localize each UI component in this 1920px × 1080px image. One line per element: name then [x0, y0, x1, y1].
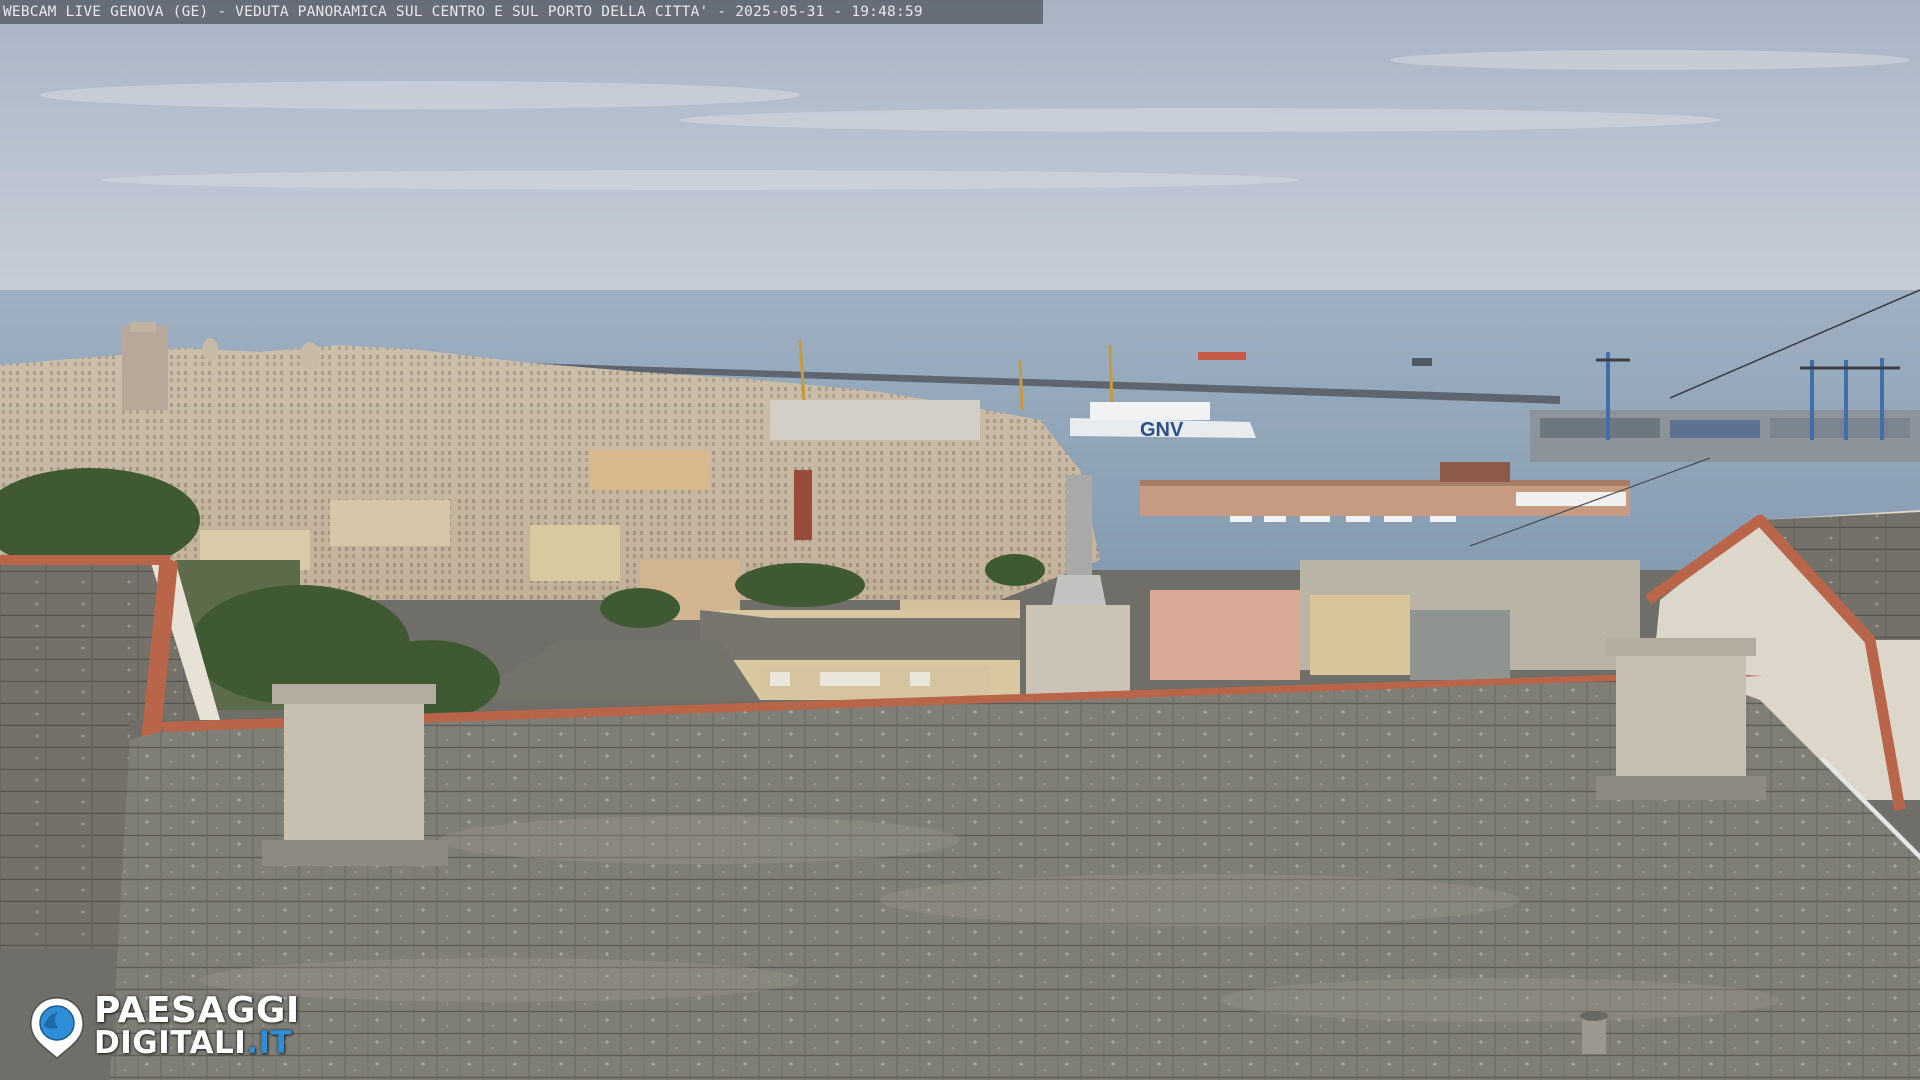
skyscraper	[122, 326, 168, 410]
left-chimney	[262, 684, 448, 866]
ferry-hull-text: GNV	[1140, 419, 1184, 441]
right-chimney	[1596, 638, 1766, 800]
paesaggi-digitali-logo: PAESAGGI DIGITALI.IT	[28, 992, 348, 1062]
webcam-caption: WEBCAM LIVE GENOVA (GE) - VEDUTA PANORAM…	[0, 0, 1043, 24]
sky	[0, 0, 1920, 300]
camera-pin-icon	[30, 997, 84, 1060]
logo-text-main: DIGITALI	[94, 1025, 247, 1061]
logo-text-line2: DIGITALI.IT	[94, 1026, 292, 1060]
small-ship-1	[1198, 352, 1246, 360]
panorama-scene: GNV	[0, 0, 1920, 1080]
logo-text-suffix: .IT	[246, 1025, 293, 1061]
red-tower	[794, 470, 812, 540]
vent-pipe	[1580, 1011, 1608, 1054]
webcam-frame: GNV WEBCAM LIVE GENOVA (GE) - VEDUTA PAN…	[0, 0, 1920, 1080]
small-ship-2	[1412, 358, 1432, 366]
